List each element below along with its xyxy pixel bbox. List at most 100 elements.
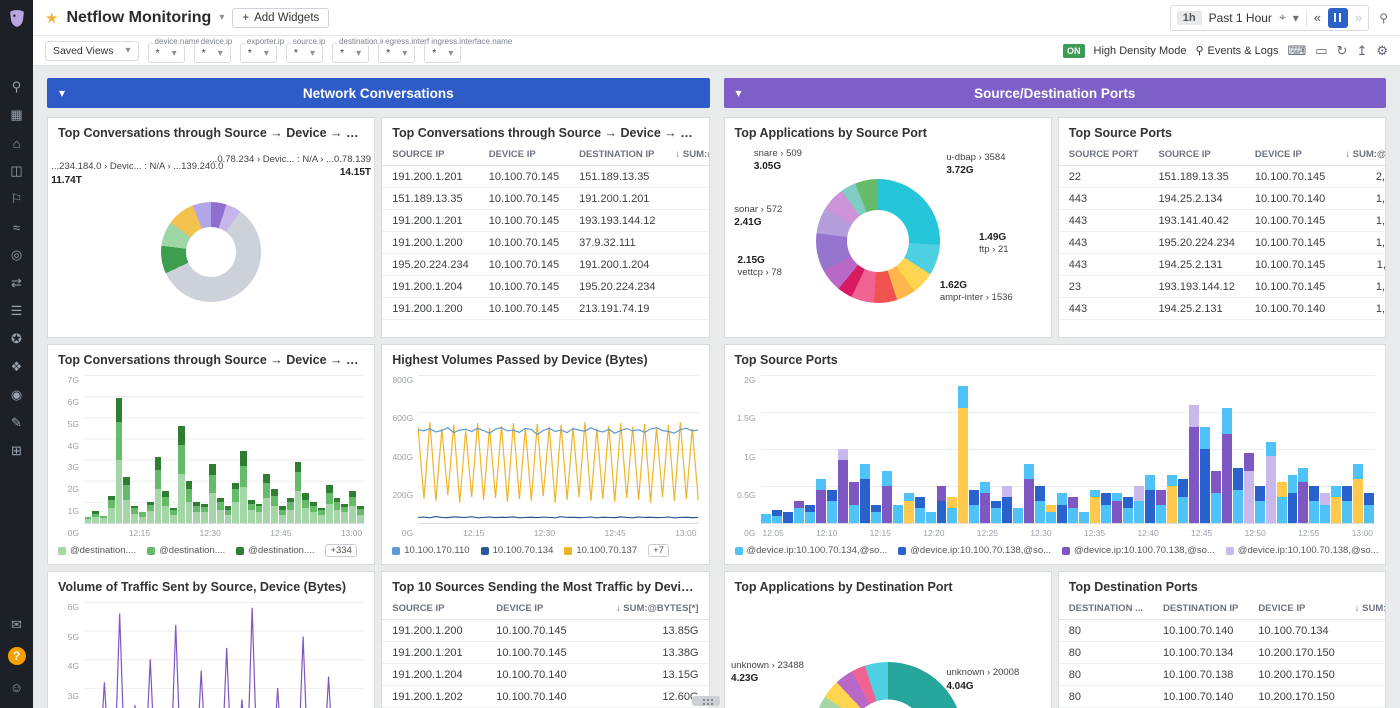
bar[interactable] <box>162 375 169 523</box>
legend-more-badge[interactable]: +334 <box>325 544 356 557</box>
bar[interactable] <box>1079 375 1089 523</box>
table-row[interactable]: 191.200.1.20110.100.70.145151.189.13.353… <box>382 166 708 188</box>
settings-gear-icon[interactable]: ⚙ <box>1376 43 1388 59</box>
bar[interactable] <box>248 375 255 523</box>
bar[interactable] <box>893 375 903 523</box>
table-row[interactable]: 8010.100.70.13810.200.170.15015.23G <box>1059 664 1385 686</box>
template-var-exporter-ip[interactable]: exporter.ip*▾ <box>240 43 277 63</box>
bar[interactable] <box>100 375 107 523</box>
legend-more-badge[interactable]: +7 <box>648 544 669 557</box>
chat-icon[interactable]: ✉ <box>6 614 28 636</box>
bar[interactable] <box>1266 375 1276 523</box>
line-chart[interactable]: 6G5G4G3G2G1G0G12:1512:3012:4513:00 <box>48 598 374 708</box>
bar[interactable] <box>1090 375 1100 523</box>
bar[interactable] <box>915 375 925 523</box>
bar-series[interactable] <box>761 375 1376 523</box>
bar[interactable] <box>860 375 870 523</box>
column-header[interactable]: SOURCE IP <box>382 598 486 620</box>
column-header[interactable]: SOURCE IP <box>382 144 478 166</box>
donut-ring[interactable] <box>813 662 963 708</box>
integrations-icon[interactable]: ⊞ <box>6 440 28 462</box>
apm-icon[interactable]: ◎ <box>6 244 28 266</box>
table-row[interactable]: 22151.189.13.3510.100.70.1452,164.82M <box>1059 166 1385 188</box>
bar[interactable] <box>849 375 859 523</box>
table-row[interactable]: 8010.100.70.14010.200.170.15015.19G <box>1059 686 1385 708</box>
keyboard-shortcuts-icon[interactable]: ⌨ <box>1287 43 1306 59</box>
bar[interactable] <box>980 375 990 523</box>
template-var-device-name[interactable]: device.name*▾ <box>148 43 185 63</box>
favorite-star-icon[interactable]: ★ <box>45 9 58 27</box>
column-header[interactable]: ↓ SUM:@BYT... <box>1345 598 1385 620</box>
table-row[interactable]: 443194.25.2.13110.100.70.1401,056.82M <box>1059 298 1385 320</box>
table-row[interactable]: 191.200.1.20210.100.70.14012.60G <box>382 686 708 708</box>
donut-chart[interactable]: snare › 5093.05Gu-dbap › 35843.72Gsonar … <box>725 144 1051 337</box>
datadog-logo-icon[interactable] <box>6 7 28 29</box>
bar[interactable] <box>217 375 224 523</box>
bar[interactable] <box>1101 375 1111 523</box>
bar[interactable] <box>1145 375 1155 523</box>
template-var-egress-interface[interactable]: egress.interface.name*▾ <box>378 43 415 63</box>
bar[interactable] <box>108 375 115 523</box>
template-var-ingress-interface[interactable]: ingress.interface.name*▾ <box>424 43 461 63</box>
users-icon[interactable]: ☺ <box>6 676 28 698</box>
bar[interactable] <box>209 375 216 523</box>
bar[interactable] <box>882 375 892 523</box>
bar[interactable] <box>958 375 968 523</box>
bar[interactable] <box>1211 375 1221 523</box>
notebooks-icon[interactable]: ✎ <box>6 412 28 434</box>
bar[interactable] <box>357 375 364 523</box>
line-series[interactable] <box>84 602 364 708</box>
bar[interactable] <box>1200 375 1210 523</box>
bar[interactable] <box>287 375 294 523</box>
table-row[interactable]: 191.200.1.20410.100.70.14013.15G <box>382 664 708 686</box>
column-header[interactable]: DEVICE IP <box>479 144 569 166</box>
bar[interactable] <box>225 375 232 523</box>
column-header[interactable]: DESTINATION ... <box>1059 598 1153 620</box>
horizontal-scrollbar-grip[interactable] <box>692 696 720 706</box>
skip-forward-button[interactable]: » <box>1355 10 1362 25</box>
infrastructure-icon[interactable]: ⌂ <box>6 132 28 154</box>
bar[interactable] <box>279 375 286 523</box>
bar[interactable] <box>349 375 356 523</box>
collapse-chevron-icon[interactable]: ▾ <box>59 86 65 100</box>
bar[interactable] <box>1024 375 1034 523</box>
legend-item[interactable]: @device.ip:10.100.70.134,@so... <box>735 545 888 556</box>
table-row[interactable]: 195.20.224.23410.100.70.145191.200.1.204… <box>382 254 708 276</box>
line-series[interactable] <box>418 375 698 523</box>
bar[interactable] <box>232 375 239 523</box>
legend-item[interactable]: 10.100.70.134 <box>481 545 554 556</box>
legend-item[interactable]: @destination.... <box>147 545 225 556</box>
column-header[interactable]: DEVICE IP <box>1245 144 1335 166</box>
bar[interactable] <box>1309 375 1319 523</box>
table-row[interactable]: 191.200.1.20010.100.70.14537.9.32.1111.9… <box>382 232 708 254</box>
bar[interactable] <box>123 375 130 523</box>
monitors-icon[interactable]: ⚐ <box>6 188 28 210</box>
bar[interactable] <box>794 375 804 523</box>
bar[interactable] <box>1112 375 1122 523</box>
bar[interactable] <box>1244 375 1254 523</box>
donut-chart[interactable]: unknown › 234884.23Gunknown › 200084.04G… <box>725 598 1051 708</box>
bar[interactable] <box>92 375 99 523</box>
table-row[interactable]: 443194.25.2.13410.100.70.1401,502.50M <box>1059 188 1385 210</box>
bar[interactable] <box>147 375 154 523</box>
bar[interactable] <box>1123 375 1133 523</box>
bar[interactable] <box>783 375 793 523</box>
pin-icon[interactable]: ⌖ <box>1279 10 1286 25</box>
column-header[interactable]: DEVICE IP <box>1248 598 1344 620</box>
bar[interactable] <box>116 375 123 523</box>
legend-item[interactable]: @destination.... <box>58 545 136 556</box>
bar[interactable] <box>240 375 247 523</box>
bar[interactable] <box>1353 375 1363 523</box>
column-header[interactable]: DEVICE IP <box>486 598 590 620</box>
bar[interactable] <box>326 375 333 523</box>
search-icon[interactable]: ⚲ <box>6 76 28 98</box>
metrics-icon[interactable]: ≈ <box>6 216 28 238</box>
column-header[interactable]: SOURCE IP <box>1148 144 1244 166</box>
bar[interactable] <box>1046 375 1056 523</box>
saved-views-dropdown[interactable]: Saved Views▾ <box>45 41 139 61</box>
bar[interactable] <box>1035 375 1045 523</box>
bar[interactable] <box>1342 375 1352 523</box>
table-row[interactable]: 151.189.13.3510.100.70.145191.200.1.2012… <box>382 188 708 210</box>
density-toggle[interactable]: ON <box>1063 44 1085 58</box>
template-var-source-ip[interactable]: source.ip*▾ <box>286 43 323 63</box>
